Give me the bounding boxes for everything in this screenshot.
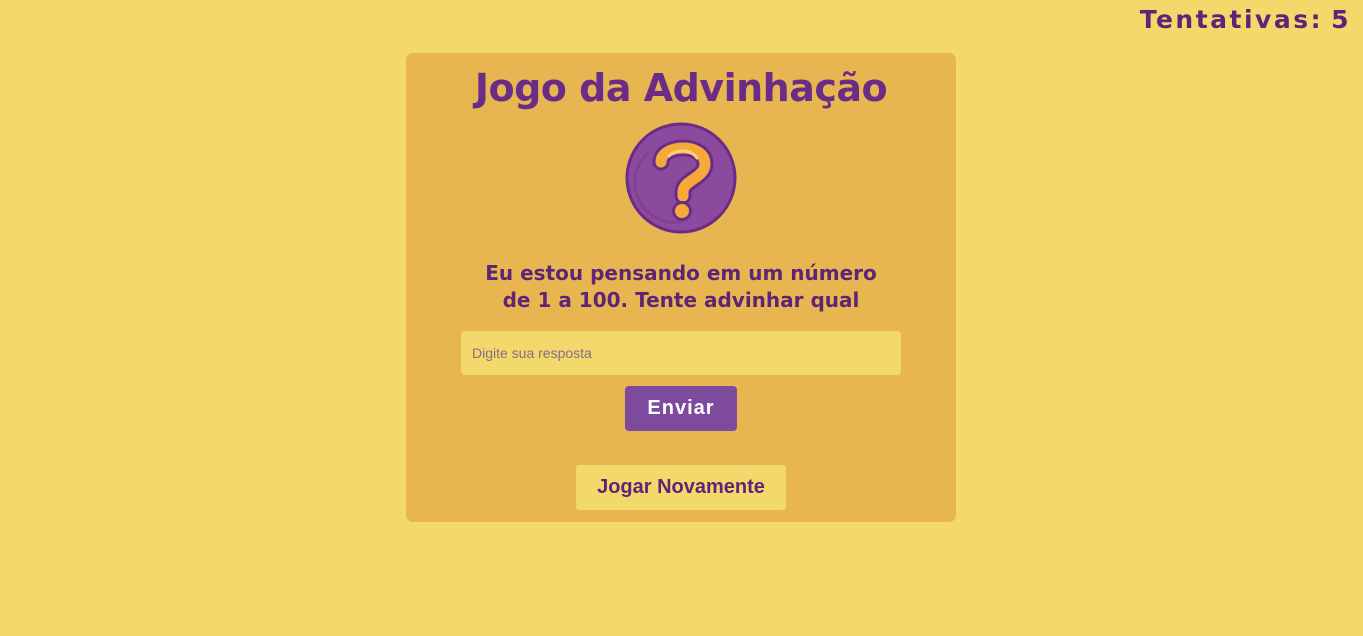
play-again-button[interactable]: Jogar Novamente [576,465,786,510]
attempts-count: 5 [1331,5,1351,34]
send-button[interactable]: Enviar [625,386,737,431]
game-prompt: Eu estou pensando em um número de 1 a 10… [406,260,956,314]
game-card: Jogo da Advinhação Eu estou pensando em … [406,53,956,522]
answer-input[interactable] [461,331,901,375]
guessing-game-page: Tentativas: 5 Jogo da Advinhação Eu estou… [0,0,1363,636]
prompt-line-1: Eu estou pensando em um número [485,261,877,285]
attempts-label: Tentativas: [1139,5,1324,34]
question-mark-icon [625,122,737,234]
game-title: Jogo da Advinhação [474,66,888,110]
attempts-counter: Tentativas: 5 [1140,5,1351,34]
prompt-line-2: de 1 a 100. Tente advinhar qual [502,288,860,312]
